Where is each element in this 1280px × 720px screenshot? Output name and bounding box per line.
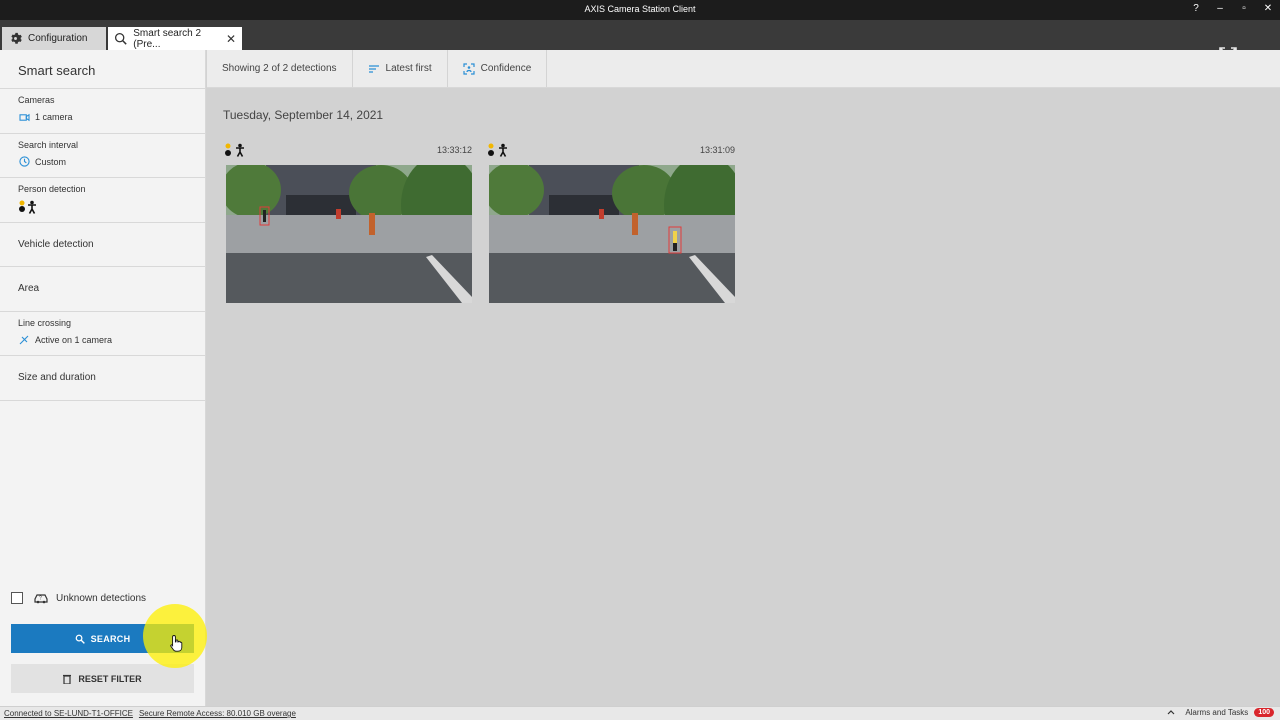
- connection-status-link[interactable]: Connected to SE-LUND-T1-OFFICE: [4, 709, 133, 718]
- filter-area[interactable]: Area: [0, 267, 205, 312]
- filter-value: 1 camera: [35, 112, 73, 122]
- date-heading: Tuesday, September 14, 2021: [223, 108, 384, 122]
- svg-text:?: ?: [39, 596, 42, 602]
- filter-value: Active on 1 camera: [35, 334, 113, 345]
- confidence-label: Confidence: [480, 63, 532, 74]
- chevron-up-icon: [1167, 708, 1175, 717]
- clock-icon: [18, 156, 30, 168]
- status-bar: Connected to SE-LUND-T1-OFFICE Secure Re…: [0, 706, 1280, 720]
- tab-bar: Configuration Smart search 2 (Pre... ✕ +: [0, 20, 1280, 67]
- search-icon: [75, 634, 85, 644]
- close-window-button[interactable]: ✕: [1261, 2, 1275, 16]
- sidebar-title: Smart search: [0, 50, 205, 89]
- help-button[interactable]: ?: [1189, 2, 1203, 16]
- reset-filter-button[interactable]: RESET FILTER: [11, 664, 194, 693]
- unknown-detections-label: Unknown detections: [56, 592, 147, 604]
- filter-label: Cameras: [18, 95, 55, 105]
- alarms-and-tasks[interactable]: Alarms and Tasks 100: [1167, 708, 1274, 717]
- detection-time: 13:31:09: [699, 145, 735, 155]
- tab-label: Smart search 2 (Pre...: [133, 27, 202, 50]
- filter-label: Size and duration: [18, 372, 96, 384]
- sort-label: Latest first: [385, 63, 432, 74]
- tab-label: Configuration: [28, 33, 88, 44]
- person-detection-icon: [487, 143, 509, 157]
- unknown-vehicle-icon: ?: [33, 592, 49, 604]
- detections-count: Showing 2 of 2 detections: [207, 50, 353, 87]
- detection-card[interactable]: 13:31:09: [487, 142, 735, 303]
- sort-icon: [368, 63, 380, 75]
- trash-icon: [63, 674, 72, 685]
- detection-card[interactable]: 13:33:12: [224, 142, 472, 303]
- close-tab-icon[interactable]: ✕: [226, 32, 236, 46]
- title-bar: AXIS Camera Station Client ? – ▫ ✕: [0, 0, 1280, 20]
- filter-label: Line crossing: [18, 317, 72, 328]
- filter-label: Person detection: [18, 184, 86, 194]
- detection-time: 13:33:12: [436, 145, 472, 155]
- filter-label: Vehicle detection: [18, 238, 94, 250]
- person-detection-icon: [18, 200, 40, 216]
- filter-value: Custom: [35, 156, 67, 167]
- filter-search-interval[interactable]: Search interval Custom: [0, 134, 205, 178]
- detection-thumbnail[interactable]: [226, 165, 472, 303]
- hand-cursor-icon: [170, 634, 184, 652]
- reset-filter-label: RESET FILTER: [78, 673, 142, 684]
- detection-thumbnail[interactable]: [489, 165, 735, 303]
- tab-configuration[interactable]: Configuration: [2, 27, 106, 50]
- search-icon: [114, 32, 127, 46]
- filter-vehicle-detection[interactable]: Vehicle detection: [0, 223, 205, 267]
- window-title: AXIS Camera Station Client: [584, 4, 696, 14]
- filter-size-duration[interactable]: Size and duration: [0, 356, 205, 401]
- alarm-count-badge: 100: [1254, 708, 1274, 717]
- gear-icon: [8, 32, 22, 46]
- filter-person-detection[interactable]: Person detection: [0, 178, 205, 223]
- minimize-button[interactable]: –: [1213, 2, 1227, 16]
- results-toolbar: Showing 2 of 2 detections Latest first C…: [207, 50, 1280, 88]
- filter-label: Search interval: [18, 139, 79, 150]
- camera-icon: [18, 111, 30, 123]
- filter-label: Area: [18, 283, 40, 295]
- unknown-detections-option[interactable]: ? Unknown detections: [11, 592, 146, 604]
- person-detection-icon: [224, 143, 246, 157]
- search-button-label: SEARCH: [90, 633, 131, 644]
- filter-line-crossing[interactable]: Line crossing Active on 1 camera: [0, 312, 205, 356]
- tab-smart-search[interactable]: Smart search 2 (Pre... ✕: [108, 27, 242, 50]
- unknown-detections-checkbox[interactable]: [11, 592, 23, 604]
- confidence-button[interactable]: Confidence: [448, 50, 548, 87]
- remote-access-link[interactable]: Secure Remote Access: 80.010 GB overage: [139, 709, 296, 718]
- line-crossing-icon: [18, 334, 30, 346]
- restore-button[interactable]: ▫: [1237, 2, 1251, 16]
- alarms-label: Alarms and Tasks: [1185, 708, 1249, 717]
- sort-button[interactable]: Latest first: [353, 50, 448, 87]
- confidence-icon: [463, 62, 475, 75]
- filter-cameras[interactable]: Cameras 1 camera: [0, 89, 205, 134]
